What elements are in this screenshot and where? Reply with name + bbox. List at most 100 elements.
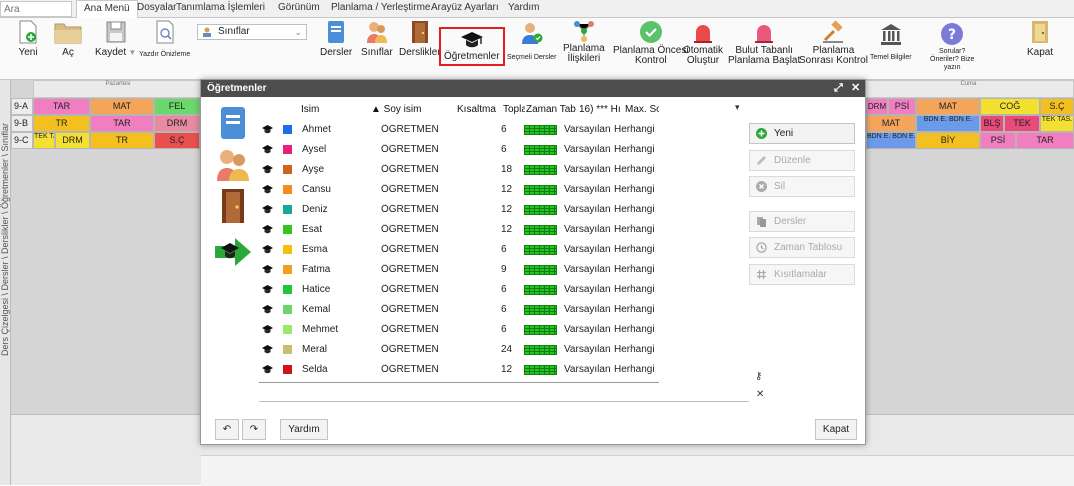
teacher-total: 18 xyxy=(501,164,513,175)
lesson-cell[interactable]: TR xyxy=(33,115,90,132)
dersler-button[interactable]: Dersler xyxy=(749,211,855,232)
sorular-oneriler-button[interactable]: ? Sorular? Öneriler? Bize yazın xyxy=(930,22,974,72)
lesson-cell[interactable]: DRM xyxy=(866,98,888,115)
col-zaman-tablosu[interactable]: Zaman Tab xyxy=(526,104,576,115)
teacher-surname: ÖĞRETMEN xyxy=(381,244,439,255)
lesson-cell[interactable]: BDN E. BDN E. xyxy=(916,115,980,132)
secmeli-dersler-button[interactable]: Seçmeli Dersler xyxy=(507,21,556,62)
yazdir-button[interactable]: Yazdır Önizleme xyxy=(139,20,190,59)
lesson-cell[interactable]: TEK TAS. xyxy=(1040,115,1074,132)
table-row[interactable]: Ayşe ÖĞRETMEN 18 Varsayılan Herhangi xyxy=(259,160,659,180)
expand-icon[interactable]: ⤢ xyxy=(834,80,843,97)
derslikler-button[interactable]: Derslikler xyxy=(399,20,441,58)
lesson-cell[interactable]: MAT xyxy=(90,98,154,115)
tab-tanimlama[interactable]: Tanımlama İşlemleri xyxy=(176,2,265,13)
lesson-cell[interactable]: BLŞ xyxy=(980,115,1004,132)
duzenle-button[interactable]: Düzenle xyxy=(749,150,855,171)
planlama-sonrasi-button[interactable]: Planlama Sonrası Kontrol xyxy=(799,20,868,66)
lesson-cell[interactable]: TEK TAS xyxy=(33,132,55,149)
planlama-oncesi-button[interactable]: Planlama Öncesi Kontrol xyxy=(613,20,689,66)
clear-icon[interactable]: ✕ xyxy=(756,389,764,400)
door-icon xyxy=(411,21,428,43)
row-label[interactable]: 9-C xyxy=(11,132,33,149)
lesson-cell[interactable]: S.Ç xyxy=(154,132,200,149)
students-icon[interactable] xyxy=(215,146,251,182)
tab-arayuz[interactable]: Arayüz Ayarları xyxy=(431,2,499,13)
lesson-cell[interactable]: PSİ xyxy=(980,132,1016,149)
search-input[interactable] xyxy=(0,1,72,17)
graduation-arrow-icon[interactable] xyxy=(213,236,253,268)
yeni-button[interactable]: Yeni xyxy=(18,20,38,58)
lesson-cell[interactable]: FEL xyxy=(154,98,200,115)
ogretmenler-button[interactable]: Öğretmenler xyxy=(439,27,505,66)
kisitlamalar-button[interactable]: Kısıtlamalar xyxy=(749,264,855,285)
lesson-cell[interactable]: DRM xyxy=(55,132,90,149)
table-row[interactable]: Deniz ÖĞRETMEN 12 Varsayılan Herhangi xyxy=(259,200,659,220)
door-icon[interactable] xyxy=(219,188,247,224)
table-row[interactable]: Cansu ÖĞRETMEN 12 Varsayılan Herhangi xyxy=(259,180,659,200)
table-row[interactable]: Aysel ÖĞRETMEN 6 Varsayılan Herhangi xyxy=(259,140,659,160)
teacher-surname: ÖĞRETMEN xyxy=(381,144,439,155)
col-toplam[interactable]: Topla xyxy=(503,104,525,115)
lesson-cell[interactable]: S.Ç xyxy=(1040,98,1074,115)
siniflar-button[interactable]: Sınıflar xyxy=(361,20,393,58)
redo-button[interactable]: ↷ xyxy=(242,419,266,440)
close-icon[interactable]: ✕ xyxy=(851,80,860,97)
lesson-cell[interactable]: BDN E. BDN E. xyxy=(866,132,916,149)
yeni-button[interactable]: Yeni xyxy=(749,123,855,144)
menu-bar: Ana Menü Dosyalar Tanımlama İşlemleri Gö… xyxy=(0,0,1074,19)
tab-gorunum[interactable]: Görünüm xyxy=(278,2,320,13)
ac-button[interactable]: Aç xyxy=(54,20,82,58)
table-row[interactable]: Esma ÖĞRETMEN 6 Varsayılan Herhangi xyxy=(259,240,659,260)
otomatik-olustur-button[interactable]: Otomatik Oluştur xyxy=(683,20,723,66)
tab-planlama[interactable]: Planlama / Yerleştirme xyxy=(331,2,431,13)
tab-yardim[interactable]: Yardım xyxy=(508,2,540,13)
lesson-cell[interactable]: MAT xyxy=(866,115,916,132)
lesson-cell[interactable]: COĞ xyxy=(980,98,1040,115)
kapat-dialog-button[interactable]: Kapat xyxy=(815,419,857,440)
dersler-button[interactable]: Dersler xyxy=(320,20,352,58)
undo-button[interactable]: ↶ xyxy=(215,419,239,440)
table-row[interactable]: Kemal ÖĞRETMEN 6 Varsayılan Herhangi xyxy=(259,300,659,320)
lesson-cell[interactable]: PSİ xyxy=(888,98,916,115)
table-row[interactable]: Selda ÖĞRETMEN 12 Varsayılan Herhangi xyxy=(259,360,659,380)
table-row[interactable]: Hatice ÖĞRETMEN 6 Varsayılan Herhangi xyxy=(259,280,659,300)
bulut-planlama-button[interactable]: Bulut Tabanlı Planlama Başlat xyxy=(728,20,800,66)
col-hi[interactable]: 16) *** Hı xyxy=(579,104,625,115)
lesson-cell[interactable]: TAR xyxy=(33,98,90,115)
kapat-button[interactable]: Kapat xyxy=(1027,20,1053,58)
col-max[interactable]: Max. Sor xyxy=(625,104,659,115)
table-row[interactable]: Esat ÖĞRETMEN 12 Varsayılan Herhangi xyxy=(259,220,659,240)
sil-button[interactable]: Sil xyxy=(749,176,855,197)
table-scrollbar-track[interactable] xyxy=(259,401,749,402)
tab-ana-menu[interactable]: Ana Menü xyxy=(76,0,138,19)
key-icon[interactable]: ⚷ xyxy=(755,371,762,382)
yardim-button[interactable]: Yardım xyxy=(280,419,328,440)
book-icon[interactable] xyxy=(219,106,247,140)
table-row[interactable]: Meral ÖĞRETMEN 24 Varsayılan Herhangi xyxy=(259,340,659,360)
temel-bilgiler-button[interactable]: Temel Bilgiler xyxy=(870,22,912,62)
row-label[interactable]: 9-A xyxy=(11,98,33,115)
lesson-cell[interactable]: TR xyxy=(90,132,154,149)
column-menu-icon[interactable]: ▾ xyxy=(735,102,740,113)
planlama-iliskileri-button[interactable]: Planlama İlişkileri xyxy=(563,20,605,64)
siniflar-select[interactable]: Sınıflar ⌄ xyxy=(197,24,307,40)
kaydet-button[interactable]: Kaydet ▼ xyxy=(95,20,136,58)
lesson-cell[interactable]: MAT xyxy=(916,98,980,115)
lesson-cell[interactable]: TAR xyxy=(90,115,154,132)
col-isim[interactable]: İsim xyxy=(301,104,319,115)
col-soyisim[interactable]: ▲ Soy isim xyxy=(371,104,421,115)
vertical-tabs[interactable]: Ders Çizelgesi \ Dersler \ Derslikler \ … xyxy=(0,80,11,485)
col-kisaltma[interactable]: Kısaltma xyxy=(457,104,496,115)
lesson-cell[interactable]: TEK xyxy=(1004,115,1040,132)
lesson-cell[interactable]: BİY xyxy=(916,132,980,149)
tab-dosyalar[interactable]: Dosyalar xyxy=(137,2,176,13)
zaman-tablosu-button[interactable]: Zaman Tablosu xyxy=(749,237,855,258)
row-label[interactable]: 9-B xyxy=(11,115,33,132)
teacher-timetable: Varsayılan xyxy=(564,284,611,295)
table-row[interactable]: Mehmet ÖĞRETMEN 6 Varsayılan Herhangi xyxy=(259,320,659,340)
lesson-cell[interactable]: TAR xyxy=(1016,132,1074,149)
table-row[interactable]: Fatma ÖĞRETMEN 9 Varsayılan Herhangi xyxy=(259,260,659,280)
lesson-cell[interactable]: DRM xyxy=(154,115,200,132)
table-row[interactable]: Ahmet ÖĞRETMEN 6 Varsayılan Herhangi xyxy=(259,120,659,140)
